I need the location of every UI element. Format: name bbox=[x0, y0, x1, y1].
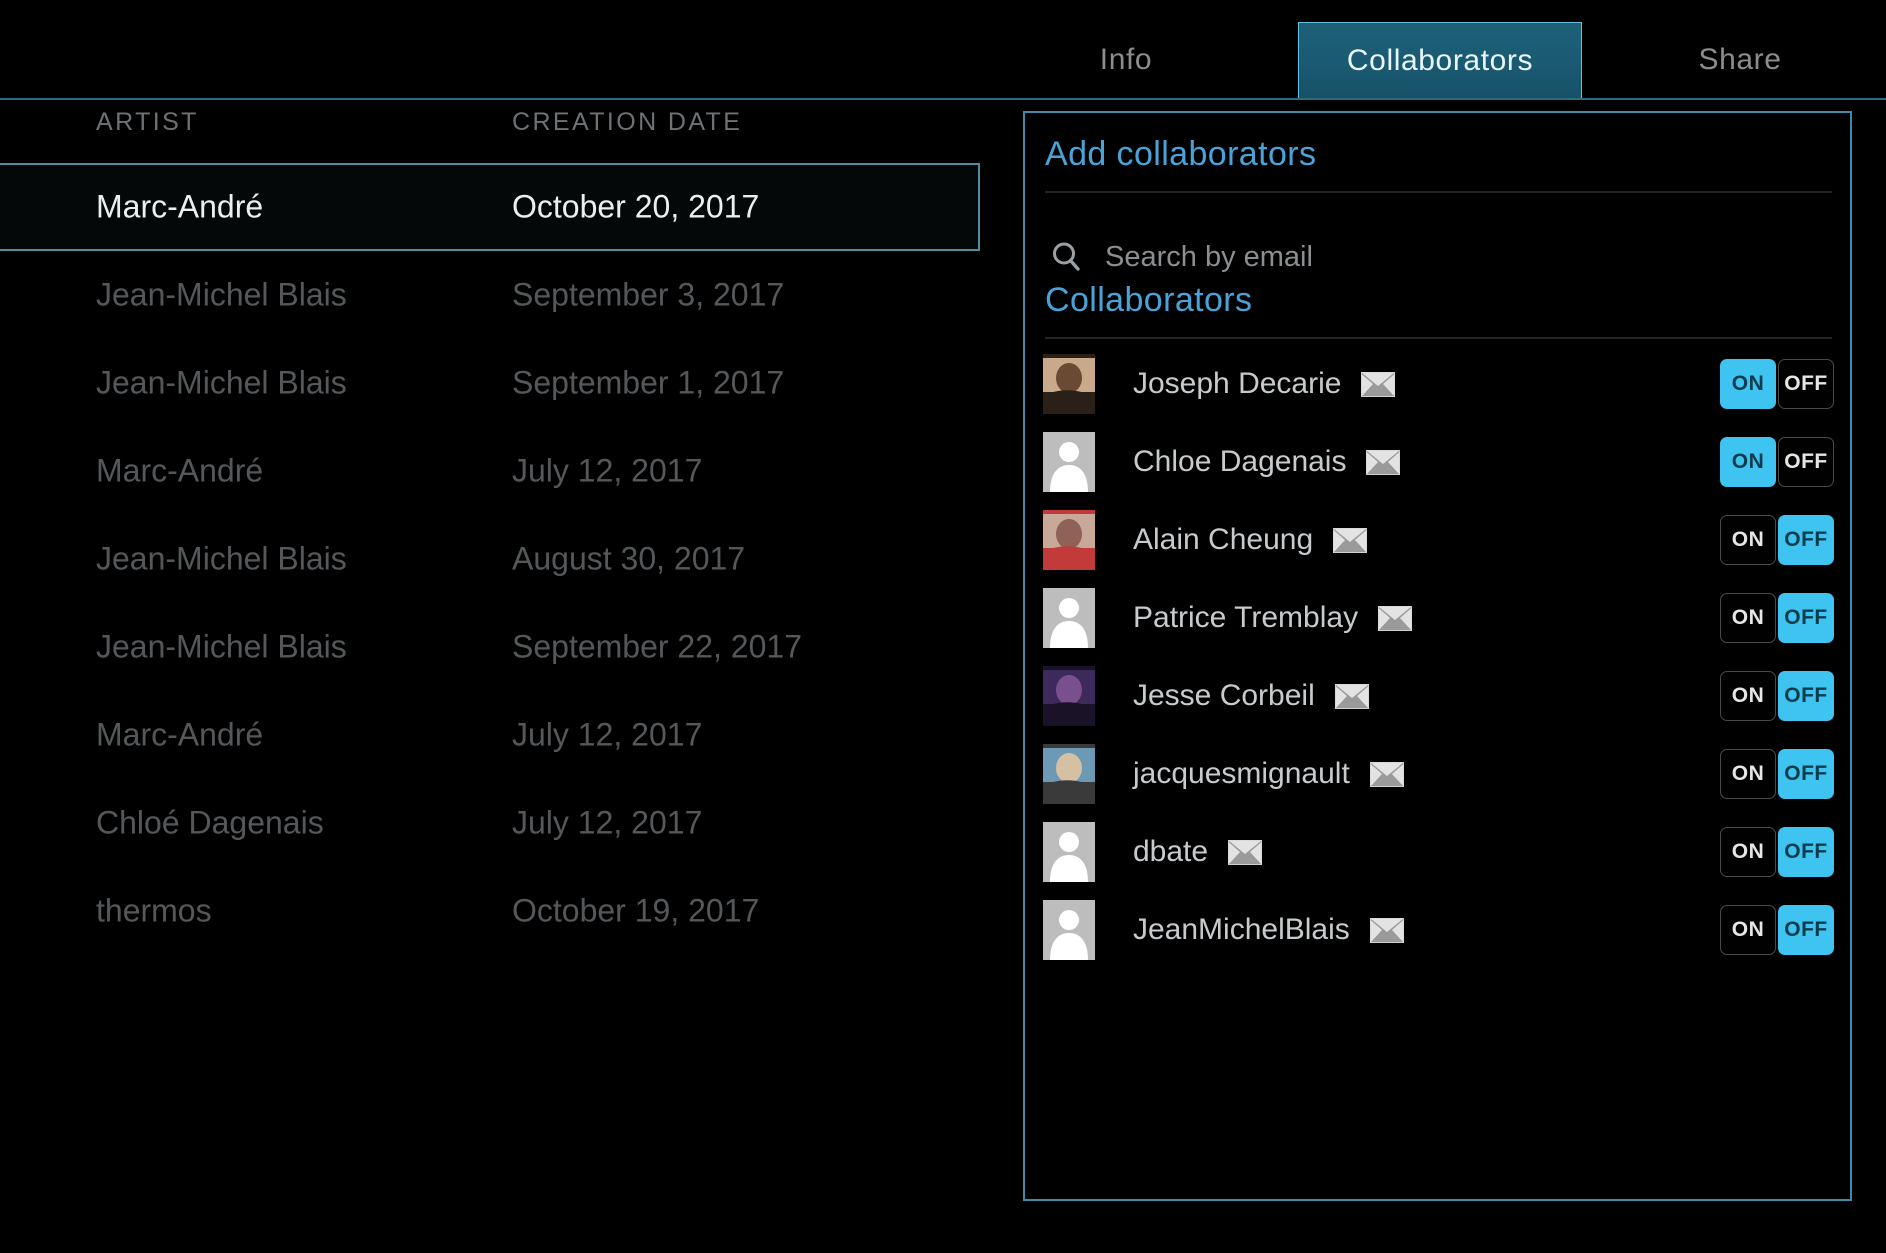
collaborator-toggle: ON OFF bbox=[1720, 593, 1834, 643]
collaborators-panel: Add collaborators Collaborators Joseph D… bbox=[1023, 111, 1852, 1201]
cell-creation-date: July 12, 2017 bbox=[512, 452, 703, 489]
toggle-off-button[interactable]: OFF bbox=[1778, 593, 1834, 643]
avatar bbox=[1043, 744, 1095, 804]
tab-share[interactable]: Share bbox=[1655, 22, 1825, 98]
cell-artist: Marc-André bbox=[96, 716, 264, 753]
search-input[interactable] bbox=[1091, 239, 1832, 275]
cell-creation-date: July 12, 2017 bbox=[512, 804, 703, 841]
column-header-artist[interactable]: ARTIST bbox=[96, 108, 199, 137]
collaborators-heading: Collaborators bbox=[1045, 281, 1253, 319]
envelope-icon[interactable] bbox=[1228, 839, 1263, 865]
toggle-on-button[interactable]: ON bbox=[1720, 905, 1776, 955]
tab-info[interactable]: Info bbox=[1041, 22, 1211, 98]
cell-creation-date: October 19, 2017 bbox=[512, 892, 760, 929]
toggle-on-button[interactable]: ON bbox=[1720, 515, 1776, 565]
table-row[interactable]: Chloé Dagenais July 12, 2017 bbox=[0, 779, 980, 867]
cell-creation-date: July 12, 2017 bbox=[512, 716, 703, 753]
toggle-off-button[interactable]: OFF bbox=[1778, 827, 1834, 877]
table-row[interactable]: Jean-Michel Blais September 1, 2017 bbox=[0, 339, 980, 427]
toggle-on-button[interactable]: ON bbox=[1720, 749, 1776, 799]
collaborators-list: Joseph Decarie ON OFF Chloe Dagenais ON OFF Al… bbox=[1043, 345, 1836, 969]
collaborator-name: Alain Cheung bbox=[1133, 523, 1314, 556]
cell-artist: Marc-André bbox=[96, 452, 264, 489]
table-row[interactable]: Jean-Michel Blais August 30, 2017 bbox=[0, 515, 980, 603]
cell-artist: Jean-Michel Blais bbox=[96, 364, 347, 401]
collaborator-name: Patrice Tremblay bbox=[1133, 601, 1359, 634]
collaborators-divider bbox=[1045, 337, 1832, 339]
collaborator-toggle: ON OFF bbox=[1720, 515, 1834, 565]
artwork-table: ARTIST CREATION DATE Marc-André October 20,… bbox=[0, 0, 1000, 1253]
table-row[interactable]: Marc-André July 12, 2017 bbox=[0, 691, 980, 779]
table-row[interactable]: Marc-André October 20, 2017 bbox=[0, 163, 980, 251]
avatar bbox=[1043, 900, 1095, 960]
avatar bbox=[1043, 666, 1095, 726]
table-row[interactable]: Marc-André July 12, 2017 bbox=[0, 427, 980, 515]
cell-creation-date: September 3, 2017 bbox=[512, 276, 785, 313]
collaborator-toggle: ON OFF bbox=[1720, 671, 1834, 721]
collaborator-name: dbate bbox=[1133, 835, 1209, 868]
tab-collaborators[interactable]: Collaborators bbox=[1298, 22, 1582, 98]
cell-artist: Jean-Michel Blais bbox=[96, 540, 347, 577]
collaborator-name: JeanMichelBlais bbox=[1133, 913, 1350, 946]
toggle-off-button[interactable]: OFF bbox=[1778, 671, 1834, 721]
toggle-off-button[interactable]: OFF bbox=[1778, 905, 1834, 955]
cell-artist: Chloé Dagenais bbox=[96, 804, 324, 841]
cell-artist: Jean-Michel Blais bbox=[96, 276, 347, 313]
table-row[interactable]: Jean-Michel Blais September 3, 2017 bbox=[0, 251, 980, 339]
cell-creation-date: September 1, 2017 bbox=[512, 364, 785, 401]
toggle-on-button[interactable]: ON bbox=[1720, 359, 1776, 409]
collaborator-name: Joseph Decarie bbox=[1133, 367, 1342, 400]
envelope-icon[interactable] bbox=[1378, 605, 1413, 631]
add-collaborators-heading: Add collaborators bbox=[1045, 135, 1317, 173]
toggle-on-button[interactable]: ON bbox=[1720, 671, 1776, 721]
search-icon bbox=[1045, 238, 1091, 276]
column-header-creation-date[interactable]: CREATION DATE bbox=[512, 108, 742, 137]
toggle-off-button[interactable]: OFF bbox=[1778, 359, 1834, 409]
collaborator-toggle: ON OFF bbox=[1720, 359, 1834, 409]
avatar bbox=[1043, 354, 1095, 414]
toggle-off-button[interactable]: OFF bbox=[1778, 749, 1834, 799]
avatar bbox=[1043, 588, 1095, 648]
collaborator-row: Patrice Tremblay ON OFF bbox=[1043, 579, 1836, 657]
avatar bbox=[1043, 822, 1095, 882]
collaborator-name: Jesse Corbeil bbox=[1133, 679, 1315, 712]
envelope-icon[interactable] bbox=[1333, 527, 1368, 553]
cell-creation-date: September 22, 2017 bbox=[512, 628, 802, 665]
envelope-icon[interactable] bbox=[1361, 371, 1396, 397]
avatar bbox=[1043, 432, 1095, 492]
collaborator-toggle: ON OFF bbox=[1720, 749, 1834, 799]
envelope-icon[interactable] bbox=[1369, 917, 1404, 943]
collaborator-toggle: ON OFF bbox=[1720, 437, 1834, 487]
toggle-on-button[interactable]: ON bbox=[1720, 593, 1776, 643]
collaborator-toggle: ON OFF bbox=[1720, 905, 1834, 955]
collaborator-name: Chloe Dagenais bbox=[1133, 445, 1347, 478]
cell-creation-date: August 30, 2017 bbox=[512, 540, 746, 577]
collaborator-name: jacquesmignault bbox=[1133, 757, 1350, 790]
toggle-off-button[interactable]: OFF bbox=[1778, 437, 1834, 487]
toggle-on-button[interactable]: ON bbox=[1720, 827, 1776, 877]
toggle-on-button[interactable]: ON bbox=[1720, 437, 1776, 487]
collaborator-row: dbate ON OFF bbox=[1043, 813, 1836, 891]
cell-artist: Jean-Michel Blais bbox=[96, 628, 347, 665]
collaborator-row: jacquesmignault ON OFF bbox=[1043, 735, 1836, 813]
table-row[interactable]: thermos October 19, 2017 bbox=[0, 867, 980, 955]
cell-artist: Marc-André bbox=[96, 188, 264, 225]
heading-divider bbox=[1045, 191, 1832, 193]
toggle-off-button[interactable]: OFF bbox=[1778, 515, 1834, 565]
search-by-email-row[interactable] bbox=[1045, 228, 1832, 286]
avatar bbox=[1043, 510, 1095, 570]
table-row[interactable]: Jean-Michel Blais September 22, 2017 bbox=[0, 603, 980, 691]
collaborator-row: Chloe Dagenais ON OFF bbox=[1043, 423, 1836, 501]
collaborator-toggle: ON OFF bbox=[1720, 827, 1834, 877]
collaborator-row: Joseph Decarie ON OFF bbox=[1043, 345, 1836, 423]
collaborator-row: Alain Cheung ON OFF bbox=[1043, 501, 1836, 579]
cell-artist: thermos bbox=[96, 892, 212, 929]
envelope-icon[interactable] bbox=[1334, 683, 1369, 709]
collaborator-row: Jesse Corbeil ON OFF bbox=[1043, 657, 1836, 735]
envelope-icon[interactable] bbox=[1366, 449, 1401, 475]
envelope-icon[interactable] bbox=[1369, 761, 1404, 787]
cell-creation-date: October 20, 2017 bbox=[512, 188, 760, 225]
collaborator-row: JeanMichelBlais ON OFF bbox=[1043, 891, 1836, 969]
